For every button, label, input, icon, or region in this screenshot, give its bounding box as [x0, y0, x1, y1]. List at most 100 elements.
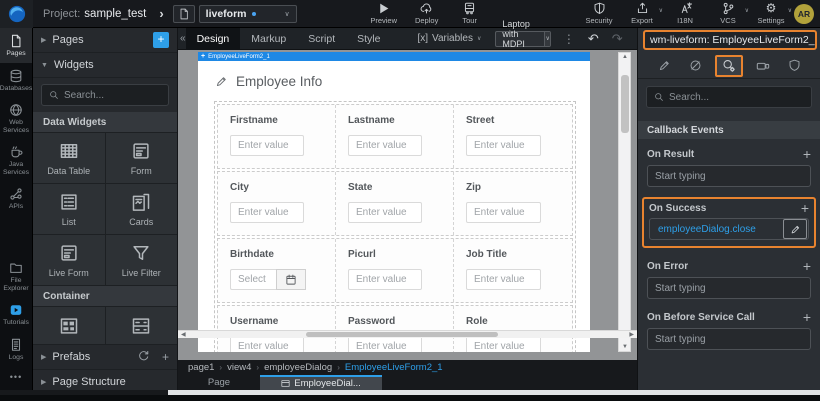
refresh-icon[interactable] — [138, 350, 150, 362]
sidebar-item-web-services[interactable]: Web Services — [0, 97, 32, 139]
form-field-zip[interactable]: Zip — [454, 172, 572, 235]
form-field-city[interactable]: City — [218, 172, 336, 235]
tab-markup[interactable]: Markup — [240, 28, 297, 50]
widget-tile-data-table[interactable]: Data Table — [33, 133, 105, 183]
on-before-service-call-input[interactable] — [655, 334, 803, 345]
settings-button[interactable]: ⚙ ∨ Settings — [756, 2, 786, 25]
breadcrumb-employeeliveform[interactable]: EmployeeLiveForm2_1 — [345, 362, 443, 373]
widget-tile-live-filter[interactable]: Live Filter — [106, 235, 178, 285]
device-selector[interactable]: Laptop with MDPI Screen ∨ — [495, 31, 551, 47]
deploy-button[interactable]: Deploy — [412, 2, 442, 25]
tab-employee-dialog[interactable]: EmployeeDial... — [260, 375, 382, 390]
add-handler-icon[interactable]: + — [803, 258, 811, 274]
form-field-state[interactable]: State — [336, 172, 454, 235]
page-selector[interactable]: liveform ∨ — [199, 5, 297, 23]
selected-widget-bar[interactable]: + EmployeeLiveForm2_1 — [198, 52, 590, 61]
picurl-input[interactable] — [348, 269, 422, 290]
birthdate-input[interactable] — [230, 269, 276, 290]
page-structure-row[interactable]: ▶ Page Structure — [33, 370, 177, 390]
zip-input[interactable] — [466, 202, 541, 223]
user-avatar[interactable]: AR — [794, 4, 814, 24]
properties-search-input[interactable] — [669, 92, 804, 103]
widget-tile-list[interactable]: List — [33, 184, 105, 234]
breadcrumb-page1[interactable]: page1 — [188, 362, 214, 373]
sidebar-item-apis[interactable]: APIs — [0, 181, 32, 216]
widgets-section-row[interactable]: ▼ Widgets — [33, 53, 177, 78]
jobtitle-input[interactable] — [466, 269, 541, 290]
form-field-role[interactable]: Role — [454, 306, 572, 352]
tab-design[interactable]: Design — [186, 28, 241, 50]
sidebar-item-pages[interactable]: Pages — [0, 28, 32, 63]
form-field-firstname[interactable]: Firstname — [218, 105, 336, 168]
tab-security[interactable] — [782, 55, 806, 77]
firstname-input[interactable] — [230, 135, 304, 156]
widget-tile-live-form[interactable]: Live Form — [33, 235, 105, 285]
state-input[interactable] — [348, 202, 422, 223]
scroll-left-icon[interactable]: ◀ — [181, 331, 186, 339]
tab-style[interactable]: Style — [346, 28, 391, 50]
variables-button[interactable]: [x] Variables ∨ — [417, 33, 481, 44]
password-input[interactable] — [348, 336, 422, 352]
sidebar-item-logs[interactable]: Logs — [0, 332, 32, 367]
widget-tile-cards[interactable]: Cards — [106, 184, 178, 234]
on-success-handler-link[interactable]: employeeDialog.close — [658, 224, 756, 235]
kebab-menu-icon[interactable]: ⋮ — [563, 32, 575, 46]
pages-section-row[interactable]: ▶ Pages + — [33, 28, 177, 53]
export-button[interactable]: ∨ Export — [627, 2, 657, 25]
form-field-picurl[interactable]: Picurl — [336, 239, 454, 302]
scroll-up-icon[interactable]: ▲ — [619, 54, 631, 60]
horizontal-scroll-thumb[interactable] — [306, 332, 498, 337]
scroll-down-icon[interactable]: ▼ — [619, 344, 631, 350]
sidebar-item-file-explorer[interactable]: File Explorer — [0, 255, 32, 297]
username-input[interactable] — [230, 336, 304, 352]
widget-tile-form[interactable]: Form — [106, 133, 178, 183]
breadcrumb-employeedialog[interactable]: employeeDialog — [264, 362, 332, 373]
i18n-button[interactable]: I18N — [670, 2, 700, 25]
preview-button[interactable]: Preview — [369, 2, 399, 25]
tab-styles[interactable] — [684, 55, 708, 77]
breadcrumb-view4[interactable]: view4 — [227, 362, 251, 373]
form-field-birthdate[interactable]: Birthdate — [218, 239, 336, 302]
add-prefab-icon[interactable]: + — [162, 350, 169, 364]
sidebar-item-tutorials[interactable]: Tutorials — [0, 297, 32, 332]
form-field-street[interactable]: Street — [454, 105, 572, 168]
add-handler-icon[interactable]: + — [803, 309, 811, 325]
lastname-input[interactable] — [348, 135, 422, 156]
widget-tile-panel[interactable] — [106, 307, 178, 344]
more-options-icon[interactable]: ••• — [0, 366, 32, 390]
scroll-right-icon[interactable]: ▶ — [629, 331, 634, 339]
form-field-username[interactable]: Username — [218, 306, 336, 352]
page-type-button[interactable] — [173, 5, 195, 23]
wavemaker-logo[interactable] — [0, 0, 33, 28]
form-field-password[interactable]: Password — [336, 306, 454, 352]
redo-icon[interactable]: ↷ — [612, 32, 623, 45]
tab-device[interactable] — [751, 55, 775, 77]
on-success-value[interactable]: employeeDialog.close — [649, 218, 809, 240]
add-handler-icon[interactable]: + — [803, 146, 811, 162]
form-field-lastname[interactable]: Lastname — [336, 105, 454, 168]
on-result-input[interactable] — [655, 171, 803, 182]
add-page-button[interactable]: + — [153, 32, 169, 48]
street-input[interactable] — [466, 135, 541, 156]
widget-search-input[interactable] — [64, 90, 161, 101]
vertical-scroll-thumb[interactable] — [621, 75, 629, 133]
add-handler-icon[interactable]: + — [801, 200, 809, 216]
security-button[interactable]: Security — [584, 2, 614, 25]
form-title[interactable]: Employee Info — [215, 74, 590, 89]
sidebar-item-databases[interactable]: Databases — [0, 63, 32, 98]
tab-page[interactable]: Page — [192, 375, 246, 390]
calendar-button[interactable] — [276, 269, 306, 290]
city-input[interactable] — [230, 202, 304, 223]
role-input[interactable] — [466, 336, 541, 352]
edit-handler-button[interactable] — [783, 219, 807, 239]
tour-button[interactable]: Tour — [455, 2, 485, 25]
widget-tile-layout-grid[interactable] — [33, 307, 105, 344]
on-error-input[interactable] — [655, 283, 803, 294]
tab-properties-pencil[interactable] — [652, 55, 676, 77]
tab-events[interactable] — [715, 55, 743, 77]
prefabs-row[interactable]: ▶ Prefabs + — [33, 345, 177, 370]
vcs-button[interactable]: ∨ VCS — [713, 2, 743, 25]
form-field-jobtitle[interactable]: Job Title — [454, 239, 572, 302]
sidebar-item-java-services[interactable]: Java Services — [0, 139, 32, 181]
undo-icon[interactable]: ↶ — [588, 32, 599, 45]
